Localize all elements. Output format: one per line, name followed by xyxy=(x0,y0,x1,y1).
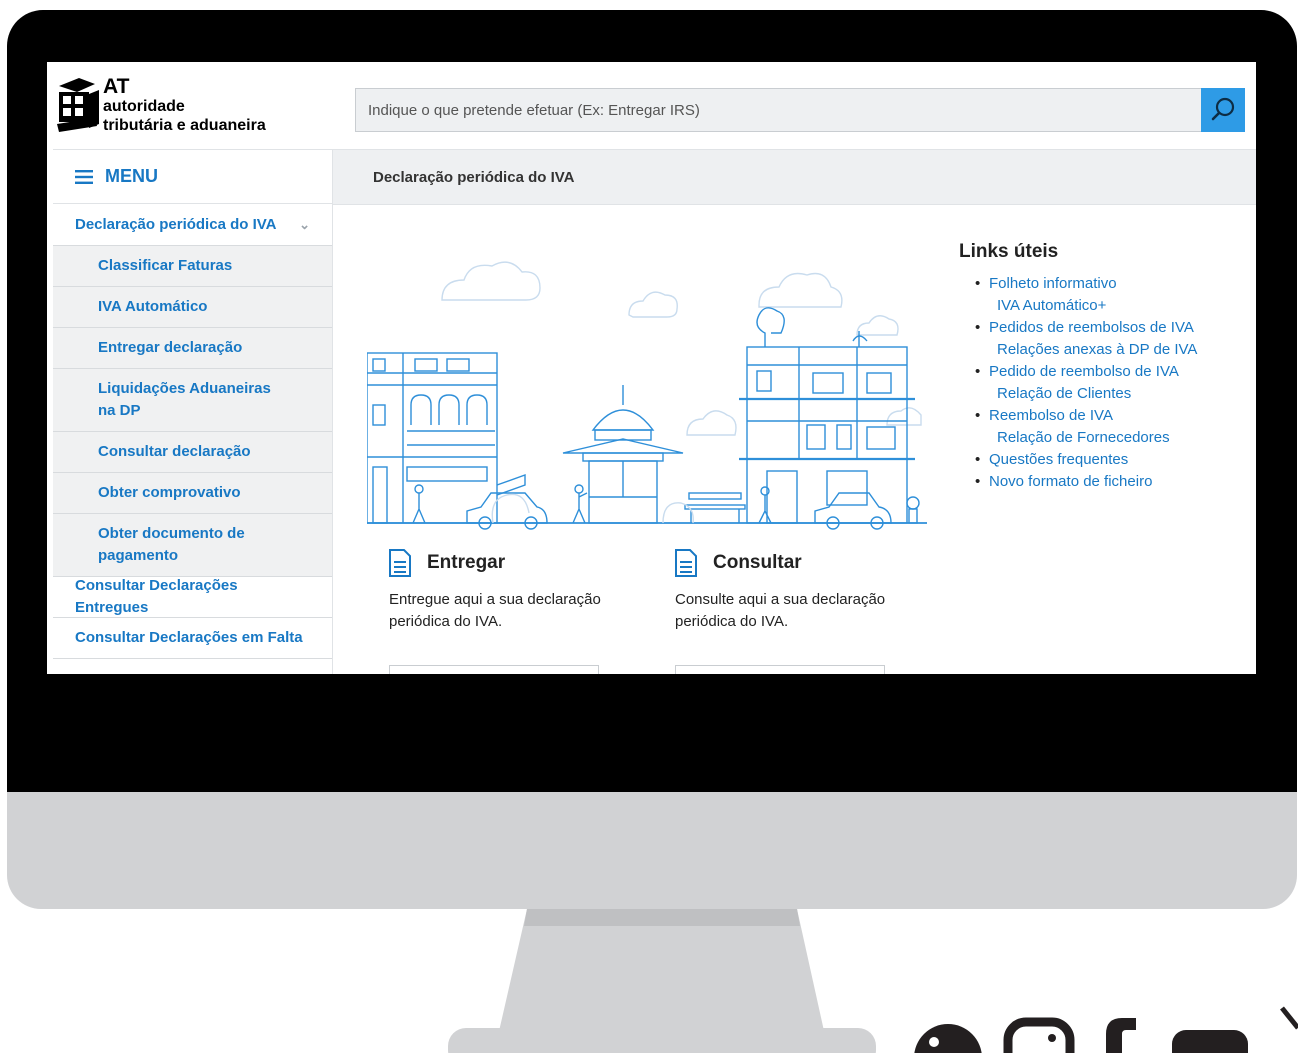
bullet: • xyxy=(975,363,981,380)
links-title: Links úteis xyxy=(959,241,1059,262)
city-illustration xyxy=(367,261,927,530)
card-title-row: Consultar xyxy=(675,549,925,577)
sidebar: MENU Declaração periódica do IVA ⌄ Class… xyxy=(53,149,333,674)
link-item[interactable]: • Novo formato de ficheiro xyxy=(975,471,1239,493)
card-title: Consultar xyxy=(713,552,802,573)
document-icon xyxy=(389,549,411,577)
sidebar-item-declaracao-periodica[interactable]: Declaração periódica do IVA ⌄ xyxy=(53,204,332,246)
sidebar-item-obter-documento-pagamento[interactable]: Obter documento de pagamento xyxy=(53,514,332,577)
card-description: Consulte aqui a sua declaração periódica… xyxy=(675,591,886,630)
search-bar xyxy=(355,88,1245,132)
link-item[interactable]: • Reembolso de IVA Relação de Fornecedores xyxy=(975,405,1239,449)
screen: AT autoridade tributária e aduaneira MEN… xyxy=(47,62,1256,674)
entregar-button[interactable] xyxy=(389,665,599,674)
search-button[interactable] xyxy=(1201,88,1245,132)
menu-label: MENU xyxy=(105,166,158,186)
instagram-icon[interactable] xyxy=(1003,1017,1075,1053)
search-icon xyxy=(1211,97,1235,121)
card-consultar: Consultar Consulte aqui a sua declaração… xyxy=(675,549,925,674)
link-item[interactable]: • Pedidos de reembolsos de IVA Relações an… xyxy=(975,317,1239,361)
linkedin-icon[interactable] xyxy=(914,1024,982,1053)
facebook-icon[interactable] xyxy=(1106,1018,1136,1053)
useful-links: Links úteis • Folheto informativo IVA Auto… xyxy=(959,241,1239,493)
consultar-button[interactable] xyxy=(675,665,885,674)
main-content: Declaração periódica do IVA Entregar Ent… xyxy=(333,149,1256,674)
bullet: • xyxy=(975,319,981,336)
sidebar-item-entregar-declaracao[interactable]: Entregar declaração xyxy=(53,328,332,369)
breadcrumb: Declaração periódica do IVA xyxy=(333,149,1256,205)
sidebar-item-label: Obter documento de pagamento xyxy=(98,525,245,564)
at-logo-icon[interactable] xyxy=(55,74,99,134)
sidebar-item-label: Declaração periódica do IVA xyxy=(75,215,277,233)
sidebar-item-label: Entregar declaração xyxy=(98,339,243,356)
sidebar-item-obter-comprovativo[interactable]: Obter comprovativo xyxy=(53,473,332,514)
sidebar-item-label: Classificar Faturas xyxy=(98,257,233,274)
link-line1: Questões frequentes xyxy=(989,451,1129,468)
youtube-icon[interactable] xyxy=(1172,1030,1248,1053)
link-line1: Pedidos de reembolsos de IVA xyxy=(989,319,1194,336)
link-item[interactable]: • Questões frequentes xyxy=(975,449,1239,471)
link-line1: Folheto informativo xyxy=(989,275,1117,292)
chevron-down-icon: ⌄ xyxy=(299,216,310,232)
bullet: • xyxy=(975,407,981,424)
site-header: AT autoridade tributária e aduaneira xyxy=(47,62,1256,149)
card-title-row: Entregar xyxy=(389,549,639,577)
sidebar-item-label: Consultar Declarações Entregues xyxy=(75,577,238,616)
sidebar-item-label: Consultar declaração xyxy=(98,443,251,460)
sidebar-item-iva-automatico[interactable]: IVA Automático xyxy=(53,287,332,328)
logo-line2: tributária e aduaneira xyxy=(103,117,266,134)
sidebar-item-consultar-entregues[interactable]: Consultar Declarações Entregues xyxy=(53,577,332,618)
card-description: Entregue aqui a sua declaração periódica… xyxy=(389,591,601,630)
links-list: • Folheto informativo IVA Automático+ • Ped… xyxy=(959,273,1239,493)
bullet: • xyxy=(975,451,981,468)
sidebar-item-classificar-faturas[interactable]: Classificar Faturas xyxy=(53,246,332,287)
link-item[interactable]: • Pedido de reembolso de IVA Relação de Cl… xyxy=(975,361,1239,405)
search-input[interactable] xyxy=(356,89,1210,131)
link-line2: IVA Automático+ xyxy=(997,297,1107,314)
link-line2: Relação de Clientes xyxy=(997,385,1132,402)
card-entregar: Entregar Entregue aqui a sua declaração … xyxy=(389,549,639,674)
hamburger-icon xyxy=(75,169,93,184)
social-icons xyxy=(914,1006,1298,1053)
sidebar-item-liquidacoes-aduaneiras[interactable]: Liquidações Aduaneiras na DP xyxy=(53,369,332,432)
sidebar-item-consultar-em-falta[interactable]: Consultar Declarações em Falta xyxy=(53,618,332,659)
x-icon[interactable] xyxy=(1280,1006,1298,1030)
document-icon xyxy=(675,549,697,577)
logo-line1: autoridade xyxy=(103,98,185,115)
link-item[interactable]: • Folheto informativo IVA Automático+ xyxy=(975,273,1239,317)
bullet: • xyxy=(975,473,981,490)
logo-at: AT xyxy=(103,75,130,98)
link-line2: Relações anexas à DP de IVA xyxy=(997,341,1198,358)
sidebar-item-label: IVA Automático xyxy=(98,298,208,315)
link-line1: Novo formato de ficheiro xyxy=(989,473,1153,490)
sidebar-item-consultar-declaracao[interactable]: Consultar declaração xyxy=(53,432,332,473)
link-line1: Reembolso de IVA xyxy=(989,407,1113,424)
sidebar-item-label: Liquidações Aduaneiras na DP xyxy=(98,380,271,419)
menu-toggle[interactable]: MENU xyxy=(53,149,332,204)
card-title: Entregar xyxy=(427,552,506,573)
link-line1: Pedido de reembolso de IVA xyxy=(989,363,1179,380)
bullet: • xyxy=(975,275,981,292)
sidebar-item-label: Obter comprovativo xyxy=(98,484,241,501)
sidebar-item-label: Consultar Declarações em Falta xyxy=(75,629,303,646)
link-line2: Relação de Fornecedores xyxy=(997,429,1170,446)
